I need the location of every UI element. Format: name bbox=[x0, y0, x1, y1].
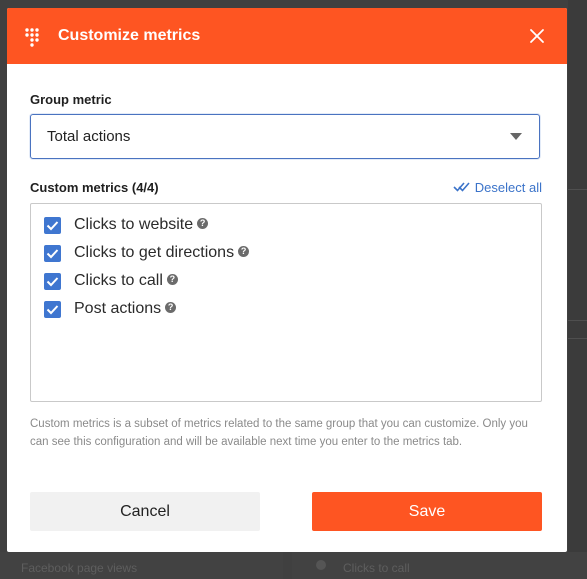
background-divider bbox=[568, 320, 587, 321]
metric-label: Post actions bbox=[74, 300, 162, 317]
metric-item-post-actions[interactable]: Post actions ? bbox=[44, 299, 177, 319]
custom-metrics-description: Custom metrics is a subset of metrics re… bbox=[30, 418, 528, 448]
background-icon bbox=[316, 560, 326, 570]
checkbox-checked[interactable] bbox=[44, 244, 61, 262]
deselect-all-link[interactable]: Deselect all bbox=[453, 180, 542, 195]
caret-down-icon bbox=[510, 133, 522, 140]
metric-label: Clicks to website bbox=[74, 216, 194, 233]
cancel-button[interactable]: Cancel bbox=[30, 492, 260, 531]
custom-metrics-list: Clicks to website ? Clicks to get direct… bbox=[30, 203, 542, 402]
help-icon[interactable]: ? bbox=[165, 301, 177, 313]
save-button[interactable]: Save bbox=[312, 492, 542, 531]
group-metric-value: Total actions bbox=[47, 128, 131, 145]
group-metric-label: Group metric bbox=[30, 92, 112, 107]
deselect-all-label: Deselect all bbox=[474, 180, 542, 195]
background-divider bbox=[568, 189, 587, 190]
background-label: Clicks to call bbox=[343, 561, 410, 575]
custom-metrics-label: Custom metrics (4/4) bbox=[30, 180, 159, 195]
checkbox-checked[interactable] bbox=[44, 272, 61, 290]
metric-label: Clicks to get directions bbox=[74, 244, 235, 261]
background-panel bbox=[568, 0, 587, 579]
checkbox-checked[interactable] bbox=[44, 216, 61, 234]
metric-label: Clicks to call bbox=[74, 272, 163, 289]
help-icon[interactable]: ? bbox=[197, 217, 209, 229]
background-label: Facebook page views bbox=[21, 561, 138, 575]
customize-metrics-dialog: Customize metrics Group metric Total act… bbox=[7, 8, 567, 552]
grid-dots-icon bbox=[24, 27, 44, 47]
background-divider bbox=[568, 338, 587, 339]
help-icon[interactable]: ? bbox=[166, 273, 178, 285]
group-metric-select[interactable]: Total actions bbox=[30, 114, 540, 159]
background-card bbox=[292, 552, 587, 579]
checkbox-checked[interactable] bbox=[44, 300, 61, 318]
help-icon[interactable]: ? bbox=[238, 245, 250, 257]
metric-item-clicks-to-call[interactable]: Clicks to call ? bbox=[44, 271, 178, 291]
dialog-title: Customize metrics bbox=[58, 27, 201, 44]
double-check-icon bbox=[453, 180, 471, 195]
close-icon[interactable] bbox=[527, 26, 547, 46]
dialog-header: Customize metrics bbox=[7, 8, 567, 64]
metric-item-clicks-to-get-directions[interactable]: Clicks to get directions ? bbox=[44, 243, 250, 263]
metric-item-clicks-to-website[interactable]: Clicks to website ? bbox=[44, 215, 209, 235]
